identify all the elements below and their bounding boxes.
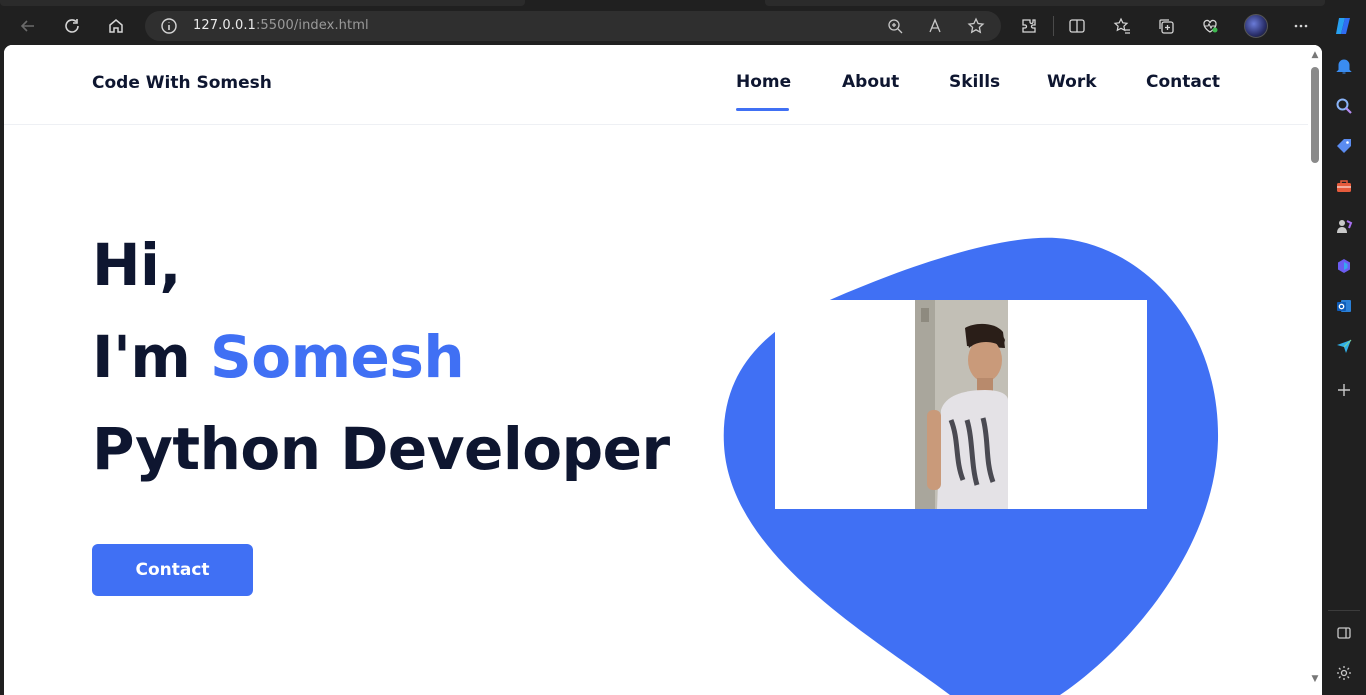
- back-icon[interactable]: [15, 13, 41, 39]
- extensions-icon[interactable]: [1016, 13, 1042, 39]
- copilot-icon[interactable]: [1330, 13, 1356, 39]
- tools-icon[interactable]: [1333, 175, 1355, 197]
- shopping-icon[interactable]: [1333, 135, 1355, 157]
- hero-greeting: Hi,: [92, 231, 181, 299]
- zoom-icon[interactable]: [885, 16, 905, 36]
- browser-toolbar: 127.0.0.1:5500/index.html: [0, 0, 1366, 45]
- site-header: Code With Somesh Home About Skills Work …: [4, 45, 1308, 125]
- nav-contact[interactable]: Contact: [1146, 72, 1220, 92]
- hero-name: Somesh: [209, 323, 465, 391]
- hero-intro: I'm Somesh: [92, 323, 465, 391]
- hero-role: Python Developer: [92, 415, 670, 483]
- more-icon[interactable]: [1288, 13, 1314, 39]
- read-aloud-icon[interactable]: [926, 16, 946, 36]
- favorites-icon[interactable]: [1109, 13, 1135, 39]
- scroll-thumb[interactable]: [1311, 67, 1319, 163]
- browser-essentials-icon[interactable]: [1197, 13, 1223, 39]
- nav-work[interactable]: Work: [1047, 72, 1097, 92]
- refresh-icon[interactable]: [59, 13, 85, 39]
- info-icon[interactable]: [160, 17, 178, 35]
- nav-skills[interactable]: Skills: [949, 72, 1000, 92]
- nav-about[interactable]: About: [842, 72, 899, 92]
- games-icon[interactable]: [1333, 215, 1355, 237]
- sidebar-separator: [1328, 610, 1360, 611]
- favorite-star-icon[interactable]: [966, 16, 986, 36]
- microsoft-365-icon[interactable]: [1333, 255, 1355, 277]
- tab-strip-remnant: [765, 0, 1325, 6]
- hero-intro-prefix: I'm: [92, 323, 210, 391]
- add-icon[interactable]: [1333, 379, 1355, 401]
- settings-icon[interactable]: [1333, 662, 1355, 684]
- url-host: 127.0.0.1: [193, 18, 256, 33]
- site-logo[interactable]: Code With Somesh: [92, 73, 272, 93]
- url-path: :5500/index.html: [255, 18, 369, 33]
- page-scrollbar[interactable]: ▲ ▼: [1308, 45, 1322, 695]
- page-viewport: Code With Somesh Home About Skills Work …: [4, 45, 1322, 695]
- home-icon[interactable]: [103, 13, 129, 39]
- address-bar[interactable]: 127.0.0.1:5500/index.html: [145, 11, 1001, 41]
- collections-icon[interactable]: [1153, 13, 1179, 39]
- profile-photo-frame: [775, 300, 1147, 509]
- url-text[interactable]: 127.0.0.1:5500/index.html: [193, 18, 369, 33]
- search-icon[interactable]: [1333, 95, 1355, 117]
- scroll-up-icon[interactable]: ▲: [1311, 51, 1319, 60]
- tab-strip-remnant: [0, 0, 525, 6]
- toolbar-separator: [1053, 16, 1054, 36]
- browser-sidebar: [1322, 45, 1366, 695]
- profile-photo: [915, 300, 1008, 509]
- profile-avatar[interactable]: [1244, 14, 1268, 38]
- scroll-down-icon[interactable]: ▼: [1311, 675, 1319, 684]
- notifications-icon[interactable]: [1333, 55, 1355, 77]
- outlook-icon[interactable]: [1333, 295, 1355, 317]
- hide-sidebar-icon[interactable]: [1333, 622, 1355, 644]
- split-screen-icon[interactable]: [1064, 13, 1090, 39]
- send-icon[interactable]: [1333, 335, 1355, 357]
- nav-active-indicator: [736, 108, 789, 111]
- contact-button[interactable]: Contact: [92, 544, 253, 596]
- nav-home[interactable]: Home: [736, 72, 791, 92]
